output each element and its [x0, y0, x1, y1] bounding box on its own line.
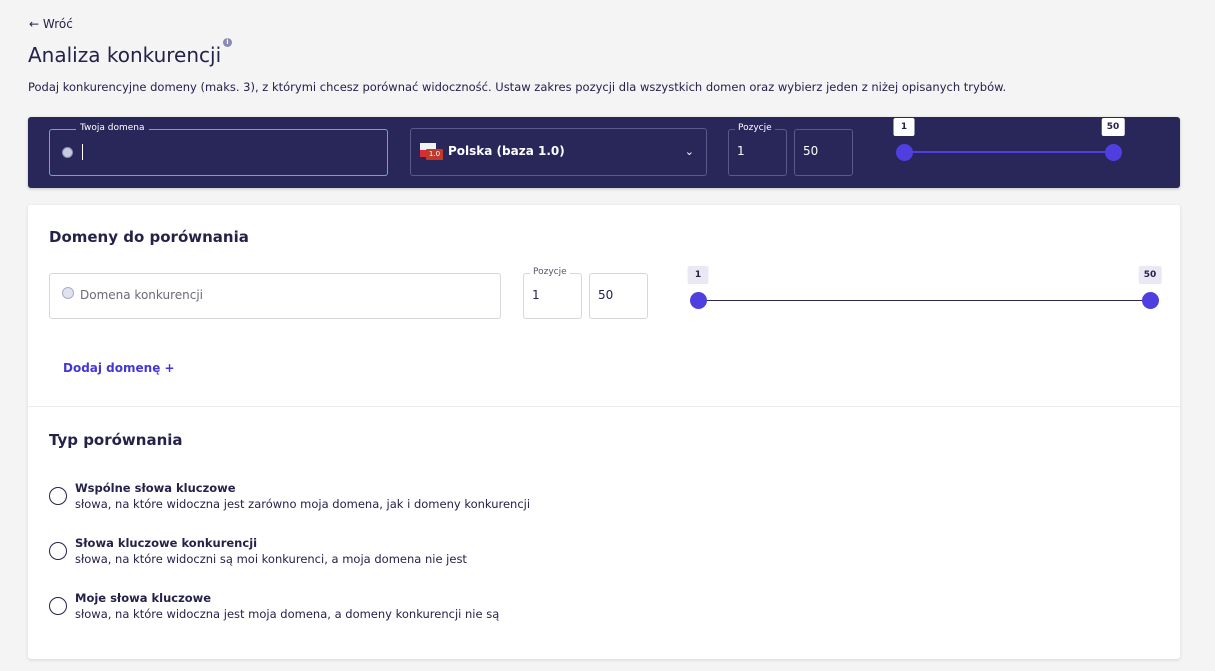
positions-legend: Pozycje: [735, 123, 775, 133]
slider-max-tooltip: 50: [1101, 118, 1125, 136]
own-position-from[interactable]: Pozycje 1: [728, 123, 787, 176]
slider-min-handle[interactable]: [690, 292, 707, 309]
back-label: ← Wróć: [29, 17, 73, 31]
radio-button[interactable]: [49, 597, 67, 615]
own-domain-bar: Twoja domena 1.0 Polska (baza 1.0) ⌄ Poz…: [28, 117, 1180, 188]
poland-flag-icon: 1.0: [420, 143, 443, 161]
radio-button[interactable]: [49, 542, 67, 560]
slider-track: [698, 300, 1150, 301]
position-to-value: 50: [803, 144, 819, 158]
slider-track: [904, 151, 1113, 153]
own-domain-input[interactable]: Twoja domena: [49, 123, 388, 176]
page-description: Podaj konkurencyjne domeny (maks. 3), z …: [28, 80, 1007, 94]
database-version-badge: 1.0: [426, 149, 443, 160]
comparison-type-title: Typ porównania: [49, 431, 183, 449]
competitor-position-range-slider[interactable]: 1 50: [687, 266, 1162, 315]
text-cursor: [82, 144, 83, 160]
competitor-position-to[interactable]: 50: [589, 273, 648, 319]
chevron-down-icon: ⌄: [684, 145, 694, 158]
positions-legend: Pozycje: [530, 267, 570, 277]
page-title: Analiza konkurencji: [28, 43, 222, 67]
own-position-range-slider[interactable]: 1 50: [893, 118, 1125, 167]
comparison-option-mine[interactable]: Moje słowa kluczowe słowa, na które wido…: [49, 590, 499, 622]
section-divider: [28, 406, 1180, 407]
option-title: Wspólne słowa kluczowe: [75, 481, 236, 495]
position-from-value: 1: [532, 288, 540, 302]
comparison-option-common[interactable]: Wspólne słowa kluczowe słowa, na które w…: [49, 480, 530, 512]
position-to-value: 50: [598, 288, 614, 302]
own-position-to[interactable]: 50: [794, 129, 853, 176]
compare-domains-title: Domeny do porównania: [49, 228, 249, 246]
add-domain-button[interactable]: Dodaj domenę +: [63, 361, 175, 375]
competitor-domain-input[interactable]: Domena konkurencji: [49, 273, 501, 319]
own-domain-legend: Twoja domena: [76, 123, 149, 133]
position-from-value: 1: [737, 144, 745, 158]
option-title: Moje słowa kluczowe: [75, 591, 212, 605]
option-description: słowa, na które widoczni są moi konkuren…: [75, 552, 467, 566]
comparison-card: Domeny do porównania Domena konkurencji …: [28, 205, 1180, 659]
radio-button[interactable]: [49, 487, 67, 505]
slider-min-tooltip: 1: [687, 266, 709, 284]
slider-max-handle[interactable]: [1142, 292, 1159, 309]
info-icon[interactable]: i: [223, 38, 232, 47]
option-description: słowa, na które widoczna jest zarówno mo…: [75, 497, 531, 511]
option-description: słowa, na które widoczna jest moja domen…: [75, 607, 500, 621]
slider-min-handle[interactable]: [896, 144, 913, 161]
back-link[interactable]: ← Wróć: [29, 17, 73, 31]
globe-icon: [62, 287, 74, 299]
slider-max-tooltip: 50: [1138, 266, 1162, 284]
country-select-label: Polska (baza 1.0): [448, 144, 565, 158]
competitor-domain-placeholder: Domena konkurencji: [80, 288, 204, 302]
country-select[interactable]: 1.0 Polska (baza 1.0) ⌄: [410, 128, 707, 176]
slider-max-handle[interactable]: [1105, 144, 1122, 161]
comparison-option-competitors[interactable]: Słowa kluczowe konkurencji słowa, na któ…: [49, 535, 467, 567]
option-title: Słowa kluczowe konkurencji: [75, 536, 258, 550]
slider-min-tooltip: 1: [893, 118, 915, 136]
competitor-position-from[interactable]: Pozycje 1: [523, 267, 582, 319]
globe-icon: [62, 147, 73, 158]
